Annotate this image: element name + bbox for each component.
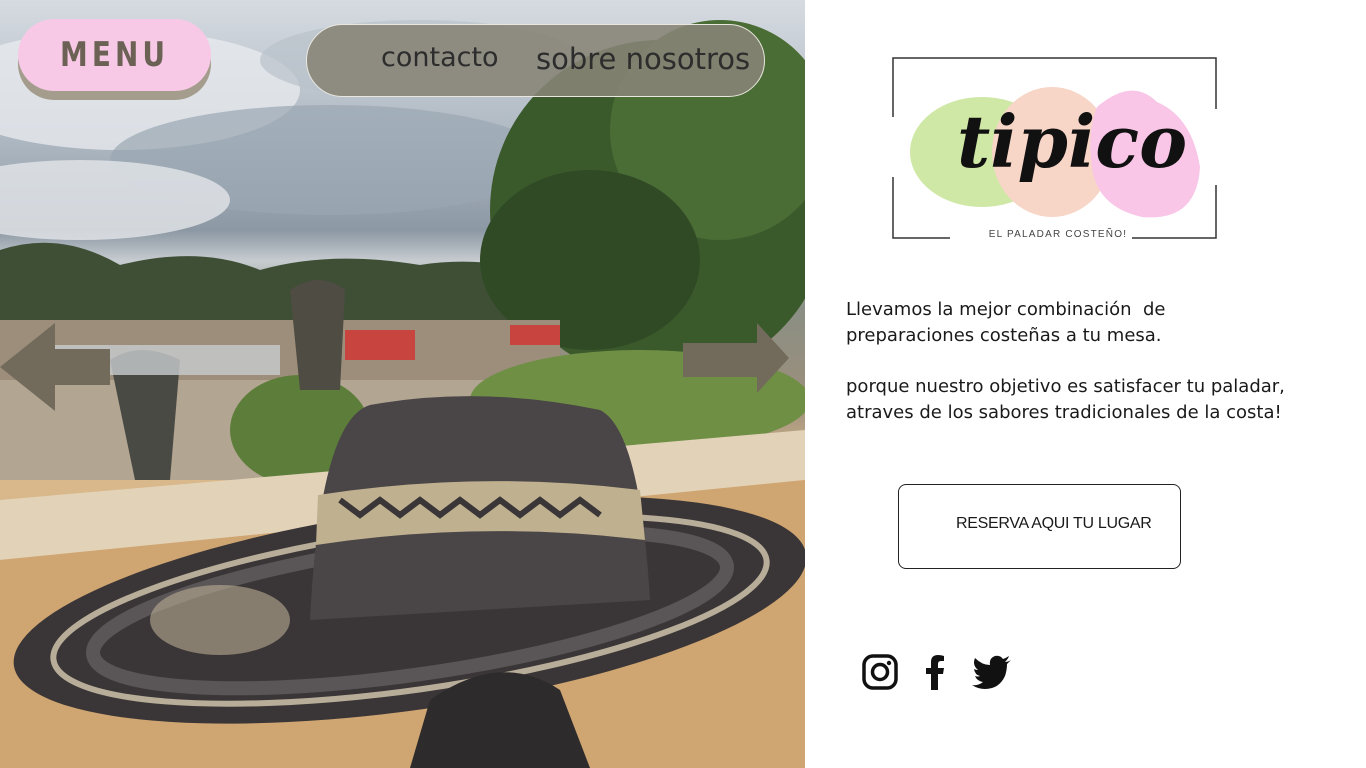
menu-button-label: MENU: [59, 35, 170, 75]
tipico-logo: tipico: [892, 57, 1217, 240]
instagram-icon[interactable]: [862, 654, 898, 695]
reserve-button[interactable]: RESERVA AQUI TU LUGAR: [898, 484, 1181, 569]
logo-wordmark: tipico: [957, 99, 1187, 184]
nav-link-sobre-nosotros[interactable]: sobre nosotros: [536, 42, 750, 76]
description-line-2: preparaciones costeñas a tu mesa.: [846, 325, 1162, 346]
reserve-button-label: RESERVA AQUI TU LUGAR: [956, 515, 1152, 532]
nav-link-contacto[interactable]: contacto: [381, 42, 499, 73]
description-paragraph-2: porque nuestro objetivo es satisfacer tu…: [846, 374, 1285, 426]
description-line-4: atraves de los sabores tradicionales de …: [846, 402, 1282, 423]
description-paragraph-1: Llevamos la mejor combinación de prepara…: [846, 297, 1166, 349]
twitter-icon[interactable]: [972, 654, 1012, 695]
facebook-icon[interactable]: [922, 654, 948, 695]
next-slide-arrow-icon[interactable]: [683, 323, 791, 398]
menu-button[interactable]: MENU: [18, 19, 211, 91]
logo-tagline: EL PALADAR COSTEÑO!: [988, 229, 1128, 240]
description-line-1: Llevamos la mejor combinación de: [846, 299, 1166, 320]
description-line-3: porque nuestro objetivo es satisfacer tu…: [846, 376, 1285, 397]
previous-slide-arrow-icon[interactable]: [0, 323, 112, 416]
